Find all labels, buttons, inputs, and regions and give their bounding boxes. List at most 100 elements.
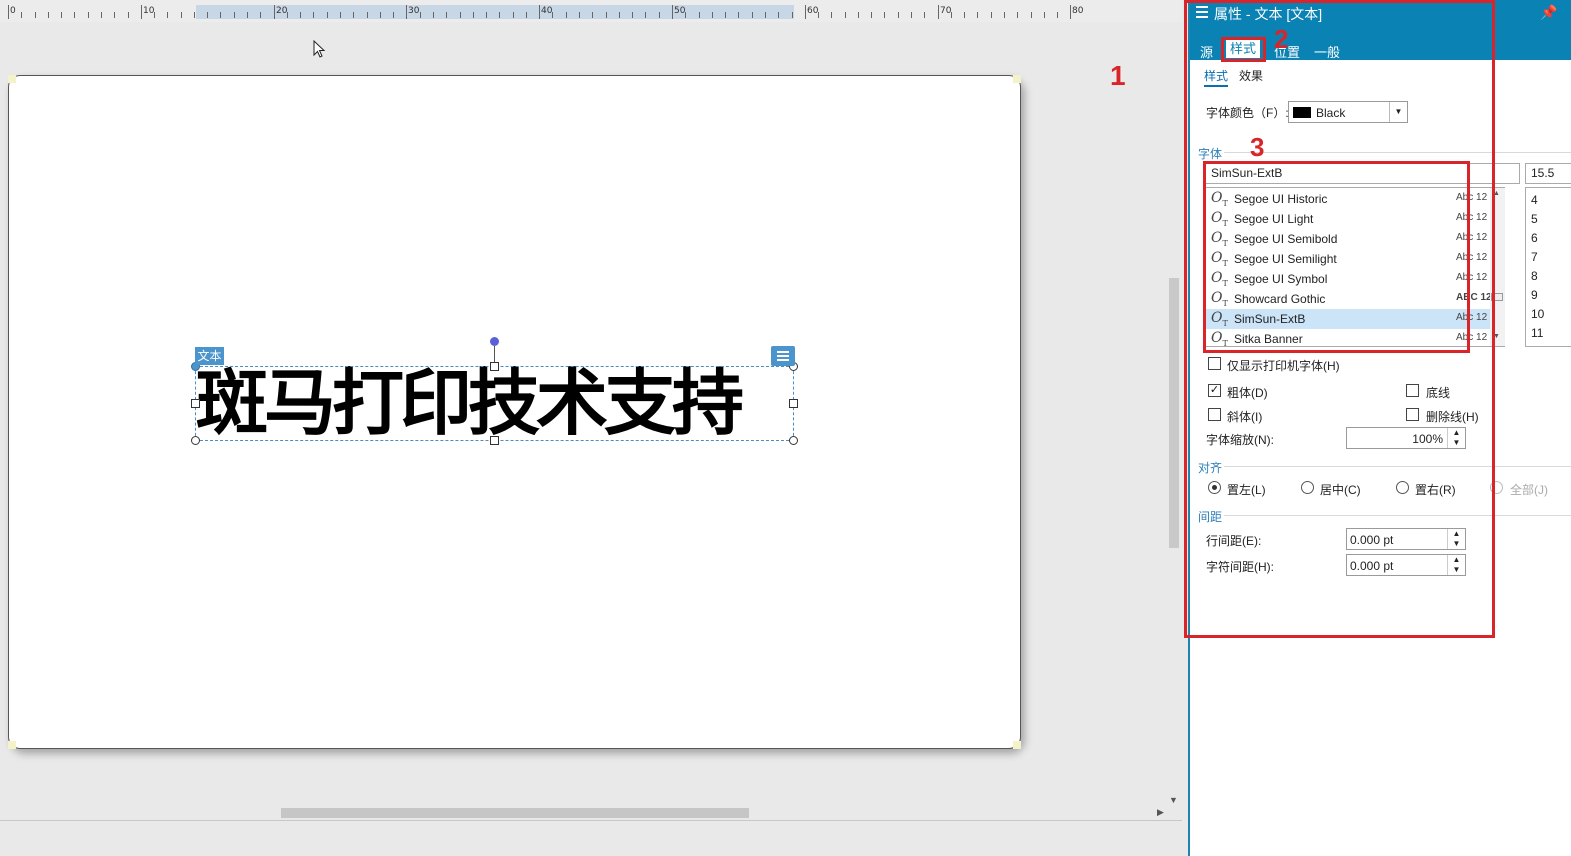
ruler-tick [1031,12,1032,18]
annotation-number-1: 1 [1110,60,1126,91]
ruler-tick [964,12,965,18]
label-corner [8,75,16,83]
ruler-tick [499,12,500,18]
ruler-tick [645,12,646,18]
ruler-label: 0 [10,6,16,16]
ruler-tick [1070,5,1071,19]
rotate-handle[interactable] [490,337,499,346]
ruler-tick [938,5,939,19]
ruler-tick [8,5,9,19]
ruler-tick [274,5,275,19]
ruler-tick [327,12,328,18]
ruler-tick [672,5,673,19]
ruler-label: 70 [940,6,952,16]
vertical-scrollbar-thumb[interactable] [1169,278,1179,548]
ruler-tick [792,12,793,18]
label-corner [8,741,16,749]
ruler-tick [526,12,527,18]
font-size-list[interactable]: 4 5 6 7 8 9 10 11 [1525,187,1571,347]
ruler-tick [1004,12,1005,18]
ruler-tick [765,12,766,18]
ruler-tick [74,12,75,18]
ruler-tick [35,12,36,18]
pin-icon[interactable]: 📌 [1540,4,1557,21]
ruler-tick [486,12,487,18]
ruler-label: 10 [143,6,155,16]
mouse-cursor-icon [313,40,326,58]
horizontal-ruler [0,0,1182,22]
ruler-tick [433,12,434,18]
font-size-list-item[interactable]: 11 [1531,326,1543,340]
ruler-tick [871,12,872,18]
ruler-tick [699,12,700,18]
scroll-down-arrow-icon[interactable]: ▼ [1169,795,1178,805]
ruler-tick [220,12,221,18]
ruler-tick [805,5,806,19]
ruler-tick [1057,12,1058,18]
ruler-tick [858,12,859,18]
ruler-label: 80 [1072,6,1084,16]
font-size-list-item[interactable]: 9 [1531,288,1538,302]
resize-handle-bottom-right[interactable] [789,436,798,445]
ruler-tick [353,12,354,18]
ruler-tick [991,12,992,18]
ruler-tick [924,12,925,18]
font-size-list-item[interactable]: 8 [1531,269,1538,283]
align-justify-label: 全部(J) [1510,483,1548,497]
ruler-tick [619,12,620,18]
resize-handle-top[interactable] [490,362,499,371]
ruler-tick [128,12,129,18]
ruler-tick [340,12,341,18]
label-corner [1013,741,1021,749]
ruler-tick [911,12,912,18]
ruler-tick [21,12,22,18]
scroll-right-arrow-icon[interactable]: ▶ [1157,807,1164,818]
ruler-tick [101,12,102,18]
ruler-tick [778,12,779,18]
text-selection-box[interactable] [195,366,794,441]
ruler-tick [114,12,115,18]
ruler-tick [712,12,713,18]
font-size-list-item[interactable]: 5 [1531,212,1538,226]
ruler-tick [606,12,607,18]
ruler-tick [393,12,394,18]
font-size-list-item[interactable]: 7 [1531,250,1538,264]
ruler-tick [141,5,142,19]
ruler-tick [845,12,846,18]
ruler-tick [1044,12,1045,18]
ruler-tick [592,12,593,18]
ruler-tick [167,12,168,18]
ruler-tick [513,12,514,18]
ruler-tick [460,12,461,18]
font-size-input[interactable]: 15.5 [1525,163,1571,184]
ruler-tick [234,12,235,18]
ruler-label: 40 [541,6,553,16]
resize-handle-bottom-left[interactable] [191,436,200,445]
font-size-list-item[interactable]: 6 [1531,231,1538,245]
ruler-tick [194,12,195,18]
ruler-tick [446,12,447,18]
horizontal-scrollbar-thumb[interactable] [281,808,749,818]
label-corner [1013,75,1021,83]
font-size-list-item[interactable]: 10 [1531,307,1544,321]
ruler-tick [725,12,726,18]
ruler-tick [313,12,314,18]
ruler-label: 30 [408,6,420,16]
ruler-label: 20 [276,6,288,16]
ruler-tick [977,12,978,18]
ruler-tick [579,12,580,18]
ruler-tick [566,12,567,18]
resize-handle-bottom[interactable] [490,436,499,445]
ruler-tick [1017,12,1018,18]
annotation-box-style-tab [1221,37,1266,62]
ruler-tick [380,12,381,18]
ruler-tick [738,12,739,18]
ruler-tick [539,5,540,19]
ruler-tick [420,12,421,18]
font-size-list-item[interactable]: 4 [1531,193,1538,207]
ruler-tick [367,12,368,18]
resize-handle-left[interactable] [191,399,200,408]
annotation-box-font-list [1203,161,1470,353]
resize-handle-right[interactable] [789,399,798,408]
object-menu-icon[interactable] [771,346,795,366]
